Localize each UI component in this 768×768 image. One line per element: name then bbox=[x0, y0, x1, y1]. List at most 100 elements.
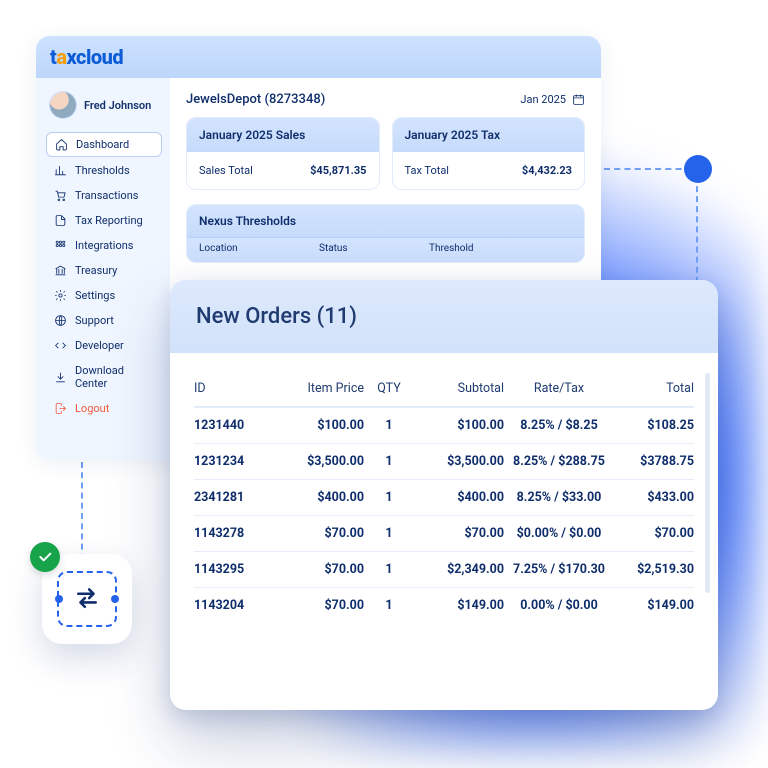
merchant-title: JewelsDepot (8273348) bbox=[186, 92, 325, 107]
report-icon bbox=[54, 214, 67, 227]
card-title: January 2025 Tax bbox=[393, 118, 585, 152]
table-row[interactable]: 1143278$70.001$70.00$0.00% / $0.00$70.00 bbox=[194, 515, 694, 551]
sidebar-nav: Dashboard Thresholds Transactions Tax Repor… bbox=[46, 132, 162, 420]
tax-card: January 2025 Tax Tax Total $4,432.23 bbox=[392, 117, 586, 190]
table-row[interactable]: 1143204$70.001$149.000.00% / $0.00$149.0… bbox=[194, 587, 694, 623]
table-row[interactable]: 1231440$100.001$100.008.25% / $8.25$108.… bbox=[194, 407, 694, 443]
sidebar-item-label: Tax Reporting bbox=[75, 214, 143, 227]
orders-table: ID Item Price QTY Subtotal Rate/Tax Tota… bbox=[194, 371, 694, 623]
orders-title: New Orders (11) bbox=[170, 280, 718, 353]
user-name: Fred Johnson bbox=[84, 99, 151, 112]
period-label: Jan 2025 bbox=[520, 93, 566, 106]
bank-icon bbox=[54, 264, 67, 277]
cell-price: $70.00 bbox=[274, 598, 364, 613]
avatar bbox=[50, 92, 76, 118]
cell-id: 1143278 bbox=[194, 526, 274, 541]
cell-sub: $70.00 bbox=[414, 526, 504, 541]
cell-qty: 1 bbox=[364, 598, 414, 613]
cell-qty: 1 bbox=[364, 418, 414, 433]
cell-total: $3788.75 bbox=[614, 454, 694, 469]
cell-total: $70.00 bbox=[614, 526, 694, 541]
cell-price: $400.00 bbox=[274, 490, 364, 505]
chart-icon bbox=[54, 164, 67, 177]
card-label: Sales Total bbox=[199, 164, 253, 177]
dashboard-header: taxcloud bbox=[36, 36, 601, 78]
cell-sub: $3,500.00 bbox=[414, 454, 504, 469]
cell-id: 1143204 bbox=[194, 598, 274, 613]
sidebar-item-label: Developer bbox=[75, 339, 124, 352]
card-value: $4,432.23 bbox=[522, 164, 572, 177]
dot bbox=[55, 595, 63, 603]
nexus-panel: Nexus Thresholds Location Status Thresho… bbox=[186, 204, 585, 263]
cell-sub: $400.00 bbox=[414, 490, 504, 505]
gear-icon bbox=[54, 289, 67, 302]
sidebar-item-logout[interactable]: Logout bbox=[46, 397, 162, 420]
col-sub: Subtotal bbox=[414, 381, 504, 396]
sidebar-item-label: Support bbox=[75, 314, 114, 327]
cell-total: $108.25 bbox=[614, 418, 694, 433]
user-profile[interactable]: Fred Johnson bbox=[50, 92, 162, 118]
sidebar-item-treasury[interactable]: Treasury bbox=[46, 259, 162, 282]
cell-sub: $149.00 bbox=[414, 598, 504, 613]
sidebar-item-developer[interactable]: Developer bbox=[46, 334, 162, 357]
sidebar-item-label: Treasury bbox=[75, 264, 117, 277]
sidebar-item-support[interactable]: Support bbox=[46, 309, 162, 332]
col-total: Total bbox=[614, 381, 694, 396]
sales-card: January 2025 Sales Sales Total $45,871.3… bbox=[186, 117, 380, 190]
cell-id: 2341281 bbox=[194, 490, 274, 505]
col-location: Location bbox=[199, 243, 319, 254]
sidebar-item-label: Dashboard bbox=[76, 138, 129, 151]
cell-total: $2,519.30 bbox=[614, 562, 694, 577]
table-row[interactable]: 1143295$70.001$2,349.007.25% / $170.30$2… bbox=[194, 551, 694, 587]
sidebar-item-thresholds[interactable]: Thresholds bbox=[46, 159, 162, 182]
sidebar-item-settings[interactable]: Settings bbox=[46, 284, 162, 307]
col-threshold: Threshold bbox=[429, 243, 572, 254]
nexus-title: Nexus Thresholds bbox=[187, 205, 584, 237]
cell-qty: 1 bbox=[364, 454, 414, 469]
cell-price: $100.00 bbox=[274, 418, 364, 433]
sidebar-item-label: Thresholds bbox=[75, 164, 130, 177]
sidebar-item-tax-reporting[interactable]: Tax Reporting bbox=[46, 209, 162, 232]
col-id: ID bbox=[194, 381, 274, 396]
cell-sub: $100.00 bbox=[414, 418, 504, 433]
sidebar-item-dashboard[interactable]: Dashboard bbox=[46, 132, 162, 157]
card-label: Tax Total bbox=[405, 164, 449, 177]
table-row[interactable]: 2341281$400.001$400.008.25% / $33.00$433… bbox=[194, 479, 694, 515]
check-icon bbox=[37, 549, 53, 565]
calendar-icon bbox=[572, 93, 585, 106]
cart-icon bbox=[54, 189, 67, 202]
cell-id: 1143295 bbox=[194, 562, 274, 577]
sidebar-item-label: Download Center bbox=[75, 364, 154, 390]
brand-logo: taxcloud bbox=[50, 45, 123, 69]
connector-dot bbox=[684, 155, 712, 183]
cell-total: $149.00 bbox=[614, 598, 694, 613]
nexus-columns: Location Status Threshold bbox=[187, 237, 584, 262]
col-status: Status bbox=[319, 243, 429, 254]
download-icon bbox=[54, 371, 67, 384]
period-picker[interactable]: Jan 2025 bbox=[520, 93, 585, 106]
cell-qty: 1 bbox=[364, 490, 414, 505]
cell-rate: $0.00% / $0.00 bbox=[504, 526, 614, 541]
card-value: $45,871.35 bbox=[310, 164, 366, 177]
cell-price: $70.00 bbox=[274, 526, 364, 541]
check-badge bbox=[30, 542, 60, 572]
sidebar-item-label: Transactions bbox=[75, 189, 138, 202]
cell-qty: 1 bbox=[364, 526, 414, 541]
scrollbar[interactable] bbox=[705, 373, 710, 593]
card-title: January 2025 Sales bbox=[187, 118, 379, 152]
sync-badge bbox=[42, 554, 132, 644]
cell-rate: 8.25% / $288.75 bbox=[504, 454, 614, 469]
dot bbox=[111, 595, 119, 603]
logout-icon bbox=[54, 402, 67, 415]
cell-id: 1231440 bbox=[194, 418, 274, 433]
grid-icon bbox=[54, 239, 67, 252]
sidebar-item-transactions[interactable]: Transactions bbox=[46, 184, 162, 207]
globe-icon bbox=[54, 314, 67, 327]
cell-rate: 8.25% / $8.25 bbox=[504, 418, 614, 433]
sidebar-item-download-center[interactable]: Download Center bbox=[46, 359, 162, 395]
table-row[interactable]: 1231234$3,500.001$3,500.008.25% / $288.7… bbox=[194, 443, 694, 479]
sidebar-item-integrations[interactable]: Integrations bbox=[46, 234, 162, 257]
sidebar-item-label: Integrations bbox=[75, 239, 133, 252]
orders-header-row: ID Item Price QTY Subtotal Rate/Tax Tota… bbox=[194, 371, 694, 407]
sync-frame bbox=[57, 571, 117, 627]
